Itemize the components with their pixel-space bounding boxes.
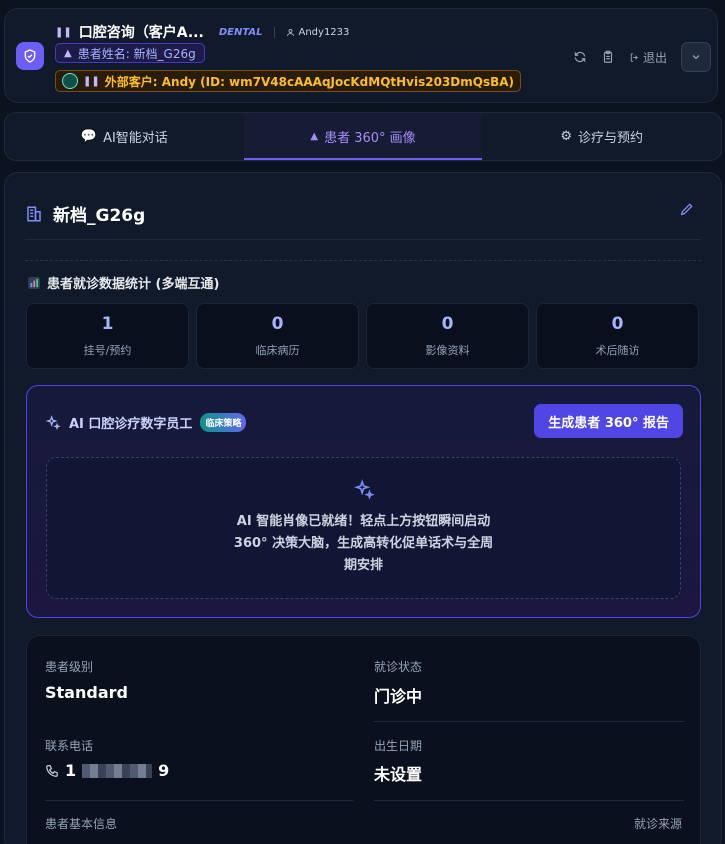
clipboard-icon[interactable] <box>601 50 615 64</box>
dental-tag: DENTAL <box>218 26 263 38</box>
stats-title-text: 患者就诊数据统计 (多端互通) <box>47 277 220 292</box>
ai-title-text: AI 口腔诊疗数字员工 <box>69 417 193 432</box>
header-actions: 退出 <box>573 42 711 72</box>
logout-label: 退出 <box>642 50 667 65</box>
birth-value: 未设置 <box>374 765 423 784</box>
stat-card-records[interactable]: 0 临床病历 <box>196 303 359 369</box>
divider <box>25 260 701 261</box>
header: ❚❚ 口腔咨询（客户A... DENTAL Andy1233 ▲ 患者姓名: 新… <box>4 8 718 103</box>
tooth-icon: ❚❚ <box>83 75 100 87</box>
sparkles-icon <box>353 479 375 500</box>
avatar <box>62 73 78 89</box>
external-customer-pill: ❚❚ 外部客户: Andy (ID: wm7V48cAAAqJocKdMQtHv… <box>55 70 522 92</box>
generate-report-button[interactable]: 生成患者 360° 报告 <box>534 404 683 438</box>
tab-label: 患者 360° 画像 <box>324 131 416 146</box>
edit-icon[interactable] <box>679 201 695 221</box>
patient-name-pill: ▲ 患者姓名: 新档_G26g <box>55 43 205 63</box>
ai-assistant-card: AI 口腔诊疗数字员工 临床策略 生成患者 360° 报告 AI 智能肖像已就绪… <box>26 385 701 618</box>
patient-header: 新档_G26g <box>25 201 145 226</box>
app-root: ❚❚ 口腔咨询（客户A... DENTAL Andy1233 ▲ 患者姓名: 新… <box>0 0 725 844</box>
ai-placeholder: AI 智能肖像已就绪！轻点上方按钮瞬间启动 360° 决策大脑，生成高转化促单话… <box>46 457 681 599</box>
stat-label: 挂号/预约 <box>83 344 132 357</box>
header-separator <box>273 26 275 38</box>
status-label: 就诊状态 <box>374 660 423 674</box>
phone-redacted <box>82 763 153 778</box>
stats-row: 1 挂号/预约 0 临床病历 0 影像资料 0 术后随访 <box>26 303 699 369</box>
tab-label: AI智能对话 <box>103 131 168 146</box>
stat-label: 术后随访 <box>595 344 640 357</box>
username: Andy1233 <box>298 26 350 38</box>
bar-chart-icon <box>28 276 40 289</box>
stat-card-imaging[interactable]: 0 影像资料 <box>366 303 529 369</box>
ai-title: AI 口腔诊疗数字员工 临床策略 <box>45 413 247 432</box>
phone-icon <box>46 764 58 777</box>
user-icon <box>286 28 294 36</box>
phone-suffix: 9 <box>158 761 170 780</box>
source-label: 就诊来源 <box>633 817 682 831</box>
title-row: ❚❚ 口腔咨询（客户A... DENTAL Andy1233 <box>55 22 349 42</box>
stat-value: 0 <box>271 314 284 334</box>
tab-treatment-appointment[interactable]: ⚙ 诊疗与预约 <box>482 113 721 160</box>
gear-icon: ⚙ <box>560 129 572 144</box>
stat-label: 影像资料 <box>425 344 470 357</box>
external-customer-text: 外部客户: Andy (ID: wm7V48cAAAqJocKdMQtHvis2… <box>104 74 515 89</box>
level-value: Standard <box>45 683 128 702</box>
refresh-icon[interactable] <box>573 50 587 64</box>
app-title: 口腔咨询（客户A... <box>78 25 204 41</box>
basic-info-label: 患者基本信息 <box>45 817 118 831</box>
building-icon <box>27 206 41 221</box>
user-info: Andy1233 <box>286 26 350 38</box>
divider <box>25 239 701 240</box>
chevron-down-icon <box>692 55 700 60</box>
chat-bubble-icon: 💬 <box>80 129 98 144</box>
stat-card-appointments[interactable]: 1 挂号/预约 <box>26 303 189 369</box>
stat-card-followup[interactable]: 0 术后随访 <box>536 303 699 369</box>
tab-label: 诊疗与预约 <box>578 131 644 146</box>
patient-name: 新档_G26g <box>53 206 146 226</box>
ai-ready-message: AI 智能肖像已就绪！轻点上方按钮瞬间启动 360° 决策大脑，生成高转化促单话… <box>233 514 494 573</box>
status-value: 门诊中 <box>374 687 423 706</box>
clinical-strategy-badge: 临床策略 <box>200 413 247 432</box>
phone-label: 联系电话 <box>45 739 94 753</box>
level-label: 患者级别 <box>45 660 94 674</box>
stat-label: 临床病历 <box>255 344 300 357</box>
menu-toggle-button[interactable] <box>681 42 711 72</box>
divider <box>374 721 684 722</box>
logout-button[interactable]: 退出 <box>629 49 667 66</box>
stat-value: 0 <box>611 314 624 334</box>
patient-panel: 新档_G26g 患者就诊数据统计 (多端互通) 1 挂号/预约 0 临床病历 0… <box>4 172 722 844</box>
divider <box>45 800 353 801</box>
logout-icon <box>630 52 638 62</box>
person-icon: ▲ <box>310 131 319 142</box>
stat-value: 1 <box>101 314 114 334</box>
patient-info-card: 患者级别 Standard 就诊状态 门诊中 联系电话 1 9 出生日期 未设置… <box>26 635 701 844</box>
tab-bar: 💬 AI智能对话 ▲ 患者 360° 画像 ⚙ 诊疗与预约 <box>4 112 722 161</box>
sparkles-icon <box>45 414 61 430</box>
tooth-icon: ❚❚ <box>55 26 72 38</box>
person-icon: ▲ <box>64 47 72 59</box>
shield-icon <box>16 42 44 70</box>
stat-value: 0 <box>441 314 454 334</box>
divider <box>374 800 684 801</box>
phone-value: 1 9 <box>45 761 169 780</box>
tab-ai-chat[interactable]: 💬 AI智能对话 <box>5 113 244 160</box>
patient-name-pill-text: 患者姓名: 新档_G26g <box>77 46 196 61</box>
birth-label: 出生日期 <box>374 739 423 753</box>
stats-title: 患者就诊数据统计 (多端互通) <box>27 273 219 292</box>
phone-prefix: 1 <box>65 761 77 780</box>
tab-patient-360[interactable]: ▲ 患者 360° 画像 <box>243 113 483 160</box>
